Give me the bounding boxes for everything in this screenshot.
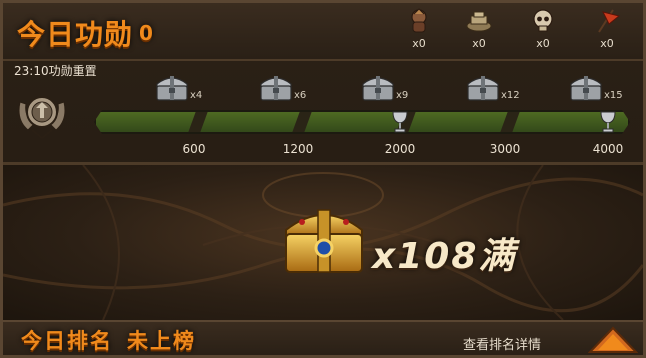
stat-gold: x0 (456, 8, 502, 56)
page-title: 今日功勋 0 (17, 15, 154, 51)
expand-up-button[interactable] (588, 326, 638, 354)
merit-value: 0 (139, 21, 154, 45)
reward-quantity: x108满 (372, 236, 517, 277)
war-flag-icon (598, 9, 621, 33)
milestone-points: 4000 (592, 142, 624, 156)
gold-pile-icon (466, 11, 492, 32)
milestone-points: 3000 (489, 142, 521, 156)
stat-skull: x0 (520, 8, 566, 56)
footer: 今日排名 未上榜 查看排名详情 (3, 320, 643, 355)
chest-multiplier: x12 (501, 90, 520, 101)
goblet-icon (600, 111, 616, 133)
stat-flag: x0 (584, 8, 630, 56)
stat-count: x0 (536, 37, 550, 50)
rank-label: 今日排名 (21, 329, 113, 353)
milestone-points: 2000 (384, 142, 416, 156)
stat-count: x0 (600, 37, 614, 50)
silver-chest-icon[interactable] (360, 72, 396, 102)
stat-count: x0 (472, 37, 486, 50)
stat-count: x0 (412, 37, 426, 50)
silver-chest-icon[interactable] (154, 72, 190, 102)
warrior-icon (411, 8, 427, 33)
skull-icon (533, 9, 553, 32)
goblet-icon (392, 111, 408, 133)
stat-warrior: x0 (396, 8, 442, 56)
merit-medal-icon (18, 96, 66, 140)
silver-chest-icon[interactable] (568, 72, 604, 102)
reset-timer: 23:10功勋重置 (14, 64, 97, 78)
chest-multiplier: x6 (294, 90, 307, 101)
today-rank: 今日排名 未上榜 (21, 325, 196, 355)
milestone-points: 600 (182, 142, 206, 156)
chest-multiplier: x4 (190, 90, 203, 101)
golden-chest-icon[interactable] (278, 200, 370, 278)
view-rank-details-link[interactable]: 查看排名详情 (463, 334, 541, 353)
milestone-points: 1200 (282, 142, 314, 156)
chest-multiplier: x9 (396, 90, 409, 101)
chest-multiplier: x15 (604, 90, 623, 101)
silver-chest-icon[interactable] (465, 72, 501, 102)
rank-value: 未上榜 (127, 329, 196, 353)
title-text: 今日功勋 (17, 18, 134, 51)
merit-progress-bar (94, 110, 630, 134)
silver-chest-icon[interactable] (258, 72, 294, 102)
